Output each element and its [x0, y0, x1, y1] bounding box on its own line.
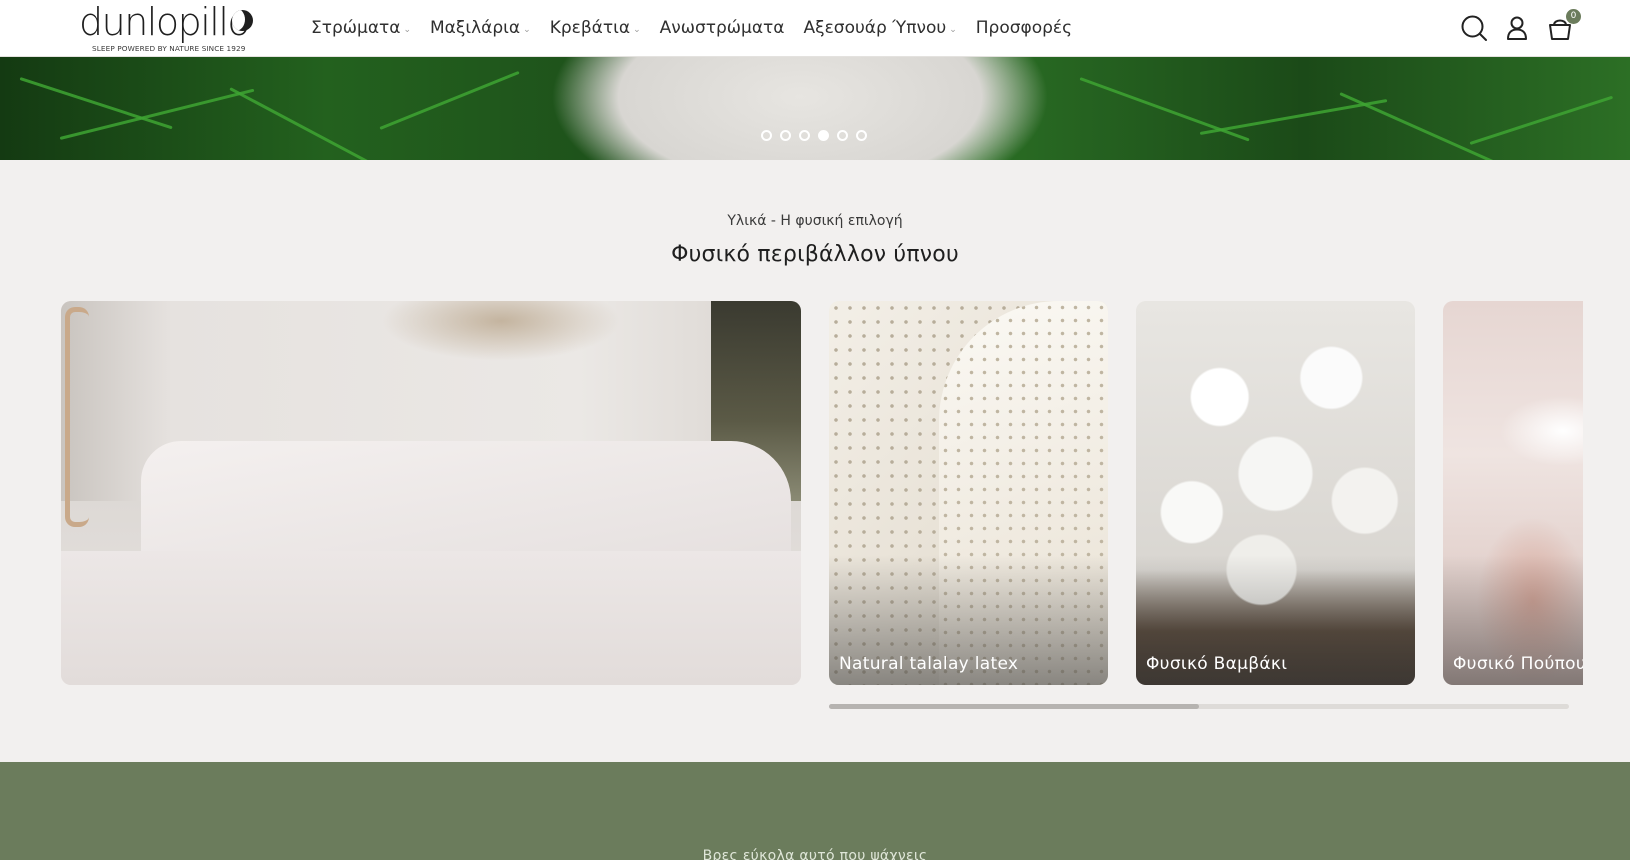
nav-item-mattresses[interactable]: Στρώματα ⌄ — [311, 18, 411, 38]
hero-leaf — [1469, 95, 1614, 145]
nav-label: Μαξιλάρια — [430, 18, 521, 38]
material-card-label: Φυσικό Βαμβάκι — [1146, 654, 1288, 674]
logo-wordmark: dunlopillo — [79, 0, 251, 44]
brand-logo[interactable]: dunlopillo SLEEP POWERED BY NATURE SINCE… — [79, 2, 259, 56]
logo-moon-icon — [232, 10, 253, 31]
nav-item-beds[interactable]: Κρεβάτια ⌄ — [550, 18, 641, 38]
hero-leaf — [229, 87, 381, 160]
slider-dot-5[interactable] — [837, 130, 848, 141]
nav-item-offers[interactable]: Προσφορές — [976, 18, 1072, 38]
account-icon[interactable] — [1503, 14, 1531, 42]
nav-label: Στρώματα — [311, 18, 401, 38]
chevron-down-icon: ⌄ — [633, 24, 641, 35]
hero-leaf — [1079, 77, 1250, 142]
nav-label: Ανωστρώματα — [659, 18, 785, 38]
chevron-down-icon: ⌄ — [523, 24, 531, 35]
slider-dot-4[interactable] — [818, 130, 829, 141]
nav-label: Κρεβάτια — [549, 18, 631, 38]
slider-dots — [761, 130, 875, 141]
material-card-label: Natural talalay latex — [839, 654, 1019, 674]
nav-item-toppers[interactable]: Ανωστρώματα — [660, 18, 785, 38]
site-header: dunlopillo SLEEP POWERED BY NATURE SINCE… — [0, 0, 1630, 57]
nav-item-pillows[interactable]: Μαξιλάρια ⌄ — [430, 18, 531, 38]
material-card-cotton[interactable]: Φυσικό Βαμβάκι — [1136, 301, 1415, 685]
section-subtitle: Υλικά - Η φυσική επιλογή — [727, 213, 903, 229]
search-icon[interactable] — [1460, 14, 1488, 42]
hero-leaf — [59, 88, 255, 140]
cart-icon[interactable]: 0 — [1546, 9, 1581, 42]
image-mirror — [65, 307, 89, 527]
nav-label: Προσφορές — [975, 18, 1073, 38]
band-text: Βρες εύκολα αυτό που ψάχνεις — [702, 848, 928, 860]
section-title: Φυσικό περιβάλλον ύπνου — [671, 242, 959, 267]
chevron-down-icon: ⌄ — [949, 24, 957, 35]
hero-leaf — [1199, 99, 1388, 135]
slider-dot-2[interactable] — [780, 130, 791, 141]
logo-tagline: SLEEP POWERED BY NATURE SINCE 1929 — [92, 44, 246, 53]
material-card-feather-clip: Φυσικό Πούπουλο — [1443, 301, 1583, 685]
main-nav: Στρώματα ⌄ Μαξιλάρια ⌄ Κρεβάτια ⌄ Ανωστρ… — [311, 17, 1091, 39]
material-card-latex[interactable]: Natural talalay latex — [829, 301, 1108, 685]
hero-leaf — [379, 70, 520, 130]
featured-bed-image[interactable] — [61, 301, 801, 685]
hero-slider[interactable] — [0, 57, 1630, 160]
material-card-feather[interactable]: Φυσικό Πούπουλο — [1443, 301, 1583, 685]
chevron-down-icon: ⌄ — [403, 24, 412, 35]
carousel-scrollbar[interactable] — [829, 704, 1569, 709]
nav-label: Αξεσουάρ Ύπνου — [803, 18, 947, 38]
header-actions: 0 — [1445, 9, 1581, 42]
image-bed-base — [61, 551, 801, 685]
slider-dot-3[interactable] — [799, 130, 810, 141]
slider-dot-1[interactable] — [761, 130, 772, 141]
search-promo-band: Βρες εύκολα αυτό που ψάχνεις — [0, 762, 1630, 860]
slider-dot-6[interactable] — [856, 130, 867, 141]
hero-leaf — [19, 77, 173, 130]
nav-item-sleep-accessories[interactable]: Αξεσουάρ Ύπνου ⌄ — [804, 18, 957, 38]
cart-count-badge: 0 — [1566, 9, 1581, 24]
carousel-scroll-thumb[interactable] — [829, 704, 1199, 709]
material-card-label: Φυσικό Πούπουλο — [1453, 654, 1583, 674]
